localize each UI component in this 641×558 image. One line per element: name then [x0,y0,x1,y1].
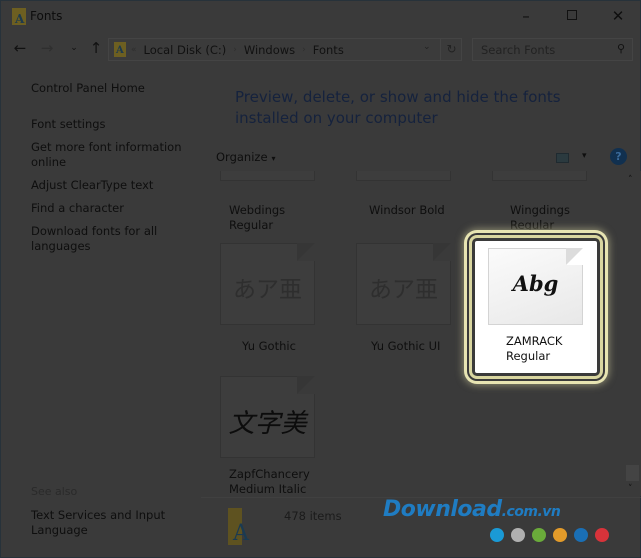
font-name: ZapfChancery Medium Italic [229,467,310,496]
fonts-folder-icon: A [114,42,126,57]
breadcrumb-overflow[interactable]: « [131,43,137,57]
search-icon[interactable]: ⚲ [617,42,625,55]
watermark-text: Download [383,497,502,522]
font-item[interactable]: あア亜 Yu Gothic [201,241,326,361]
item-count: 478 items [284,509,342,523]
title-bar: A Fonts – ✕ [1,1,640,33]
search-input[interactable]: Search Fonts ⚲ [472,38,633,61]
scroll-thumb[interactable] [626,465,639,481]
font-thumbnail [492,171,587,181]
find-character-link[interactable]: Find a character [31,201,191,216]
see-also-label: See also [31,485,78,498]
font-thumbnail: あア亜 [220,243,315,325]
minimize-button[interactable]: – [503,1,549,33]
font-name: Yu Gothic UI [371,339,441,353]
font-settings-link[interactable]: Font settings [31,117,191,132]
page-fold [297,243,315,261]
recent-locations-button[interactable]: ⌄ [63,37,85,59]
font-name: ZAMRACK Regular [506,334,563,363]
breadcrumb-local-disk[interactable]: Local Disk (C:) [144,43,227,57]
font-thumbnail [356,171,451,181]
page-fold [297,376,315,394]
watermark-dot [532,528,546,542]
breadcrumb: « Local Disk (C:) › Windows › Fonts [131,43,344,57]
control-panel-home-link[interactable]: Control Panel Home [31,81,191,96]
page-fold [433,243,451,261]
font-preview: あア亜 [369,277,438,303]
organize-button[interactable]: Organize ▾ [216,150,276,164]
maximize-icon [567,9,577,20]
scroll-down-button[interactable]: ˅ [628,484,633,494]
font-grid: Webdings Regular Windsor Bold Wingdings … [201,171,626,496]
font-preview: 文字美 [228,409,307,439]
scroll-up-button[interactable]: ˄ [628,175,633,185]
font-name: Webdings Regular [229,203,286,232]
back-button[interactable]: ← [9,37,31,59]
font-thumbnail: Abg [488,248,583,325]
watermark-domain: .com.vn [501,504,561,520]
forward-button[interactable]: → [36,37,58,59]
cleartype-link[interactable]: Adjust ClearType text [31,178,191,193]
watermark-dot [553,528,567,542]
download-fonts-link[interactable]: Download fonts for all languages [31,224,191,254]
font-thumbnail: 文字美 [220,376,315,458]
watermark-dots [490,528,609,542]
page-heading: Preview, delete, or show and hide the fo… [235,88,561,127]
command-bar: Organize ▾ ▾ ? [201,145,641,171]
change-view-icon[interactable] [556,153,569,163]
chevron-right-icon[interactable]: › [302,43,306,57]
vertical-scrollbar[interactable]: ˄ ˅ [624,171,641,496]
fonts-folder-icon: A [228,508,249,546]
breadcrumb-fonts[interactable]: Fonts [313,43,344,57]
organize-label: Organize [216,150,268,164]
font-preview: あア亜 [233,277,302,303]
font-item[interactable]: あア亜 Yu Gothic UI [337,241,462,361]
font-thumbnail: あア亜 [356,243,451,325]
search-placeholder: Search Fonts [481,43,556,57]
watermark-dot [490,528,504,542]
selection-highlight: Abg ZAMRACK Regular [475,241,597,373]
chevron-right-icon[interactable]: › [233,43,237,57]
left-panel: Control Panel Home Font settings Get mor… [1,65,201,555]
font-name: Windsor Bold [369,203,445,217]
navigation-bar: ← → ⌄ ↑ A « Local Disk (C:) › Windows › … [1,35,640,63]
content-area: Preview, delete, or show and hide the fo… [201,65,641,555]
watermark-logo: Download.com.vn [383,497,561,522]
font-preview: Abg [512,271,559,296]
font-thumbnail [220,171,315,181]
view-options-button[interactable]: ▾ [582,151,587,161]
font-name: Wingdings Regular [510,203,570,232]
fonts-window: A Fonts – ✕ ← → ⌄ ↑ A « Local Disk (C:) … [0,0,641,558]
font-item-selected[interactable]: Abg ZAMRACK Regular [469,235,603,379]
page-fold [566,248,583,265]
address-dropdown-button[interactable]: ⌄ [423,42,431,52]
watermark-dot [574,528,588,542]
window-title: Fonts [30,9,63,23]
chevron-down-icon: ▾ [271,154,276,163]
close-button[interactable]: ✕ [595,1,641,33]
maximize-button[interactable] [549,1,595,33]
fonts-folder-icon: A [12,8,26,26]
more-font-info-link[interactable]: Get more font information online [31,140,191,170]
refresh-button[interactable]: ↻ [440,39,462,60]
address-bar[interactable]: A « Local Disk (C:) › Windows › Fonts ⌄ … [108,38,462,61]
text-services-link[interactable]: Text Services and Input Language [31,508,191,538]
help-icon[interactable]: ? [610,148,627,165]
font-item[interactable]: 文字美 ZapfChancery Medium Italic [201,375,326,496]
watermark-dot [511,528,525,542]
up-button[interactable]: ↑ [85,37,107,59]
watermark-dot [595,528,609,542]
breadcrumb-windows[interactable]: Windows [244,43,295,57]
font-name: Yu Gothic [242,339,296,353]
